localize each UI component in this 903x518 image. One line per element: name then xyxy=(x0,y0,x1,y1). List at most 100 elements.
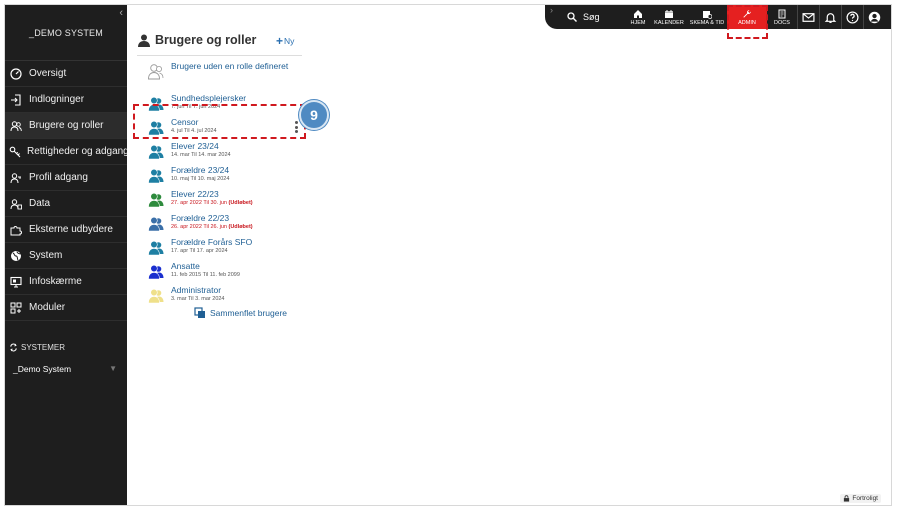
role-date: 26. apr 2022 Til 26. jun xyxy=(171,224,227,230)
brand-label: _DEMO SYSTEM xyxy=(5,5,127,61)
user-outline-icon xyxy=(147,63,165,81)
sidebar-item-label: Rettigheder og adgang xyxy=(27,146,127,157)
sidebar-item-label: Brugere og roller xyxy=(29,120,104,131)
sidebar-item-infoskaerme[interactable]: Infoskærme xyxy=(5,269,127,295)
expired-badge: (Udløbet) xyxy=(228,224,253,230)
role-name: Administrator xyxy=(171,285,222,295)
sidebar-item-indlogninger[interactable]: Indlogninger xyxy=(5,87,127,113)
collapse-sidebar-icon[interactable]: ‹ xyxy=(119,7,123,19)
docs-icon xyxy=(778,9,786,18)
sidebar-item-profil-adgang[interactable]: Profil adgang xyxy=(5,165,127,191)
role-name: Brugere uden en rolle defineret xyxy=(171,61,289,71)
messages-button[interactable] xyxy=(797,5,819,29)
search-icon xyxy=(567,12,577,22)
puzzle-icon xyxy=(9,223,23,237)
merge-users-link[interactable]: Sammenflet brugere xyxy=(194,307,287,319)
sidebar-item-label: System xyxy=(29,250,63,261)
login-icon xyxy=(9,93,23,107)
sidebar-item-label: Oversigt xyxy=(29,68,67,79)
home-icon xyxy=(634,9,642,18)
role-date: 11. feb 2015 Til 11. feb 2099 xyxy=(171,272,240,278)
sync-icon xyxy=(10,343,17,352)
role-name: Forældre 23/24 xyxy=(171,165,230,175)
profile-button[interactable] xyxy=(863,5,885,29)
users-icon xyxy=(147,263,165,281)
sidebar-item-label: Data xyxy=(29,198,51,209)
sidebar-item-label: Profil adgang xyxy=(29,172,88,183)
role-item[interactable]: Forældre 22/23 26. apr 2022 Til 26. jun (… xyxy=(147,213,302,237)
envelope-icon xyxy=(802,12,815,22)
divider xyxy=(137,55,302,56)
data-users-icon xyxy=(9,197,23,211)
role-item[interactable]: Forældre 23/24 10. maj Til 10. maj 2024 xyxy=(147,165,302,189)
sidebar-item-brugere-og-roller[interactable]: Brugere og roller xyxy=(5,113,127,139)
page-title: Brugere og roller xyxy=(137,33,256,47)
calendar-icon xyxy=(665,9,673,18)
role-date: 10. maj Til 10. maj 2024 xyxy=(171,176,230,182)
calendar-button[interactable]: KALENDER xyxy=(651,5,687,29)
step-number-badge: 9 xyxy=(299,100,329,130)
sidebar-item-label: Infoskærme xyxy=(29,276,82,287)
role-date: 3. mar Til 3. mar 2024 xyxy=(171,296,225,302)
sidebar-item-system[interactable]: System xyxy=(5,243,127,269)
sidebar-item-eksterne-udbydere[interactable]: Eksterne udbydere xyxy=(5,217,127,243)
role-list: Brugere uden en rolle defineret Sundheds… xyxy=(147,61,302,309)
notifications-button[interactable] xyxy=(819,5,841,29)
users-icon xyxy=(147,167,165,185)
role-item[interactable]: Administrator 3. mar Til 3. mar 2024 xyxy=(147,285,302,309)
lock-icon xyxy=(844,495,850,502)
privacy-badge[interactable]: Fortroligt xyxy=(840,494,881,503)
role-item[interactable]: Forældre Forårs SFO 17. apr Til 17. apr 2… xyxy=(147,237,302,261)
role-item[interactable]: Elever 23/24 14. mar Til 14. mar 2024 xyxy=(147,141,302,165)
role-item[interactable]: Elever 22/23 27. apr 2022 Til 30. jun (Ud… xyxy=(147,189,302,213)
globe-icon xyxy=(9,249,23,263)
users-icon xyxy=(147,215,165,233)
sidebar-item-label: Moduler xyxy=(29,302,66,313)
user-icon xyxy=(138,34,150,47)
new-role-button[interactable]: + Ny xyxy=(276,34,294,48)
key-icon xyxy=(9,145,21,159)
expired-badge: (Udløbet) xyxy=(228,200,253,206)
sidebar-item-label: Eksterne udbydere xyxy=(29,224,113,235)
help-icon xyxy=(846,10,859,24)
chevron-right-icon[interactable]: › xyxy=(550,5,553,15)
role-name: Elever 23/24 xyxy=(171,141,219,151)
schedule-button[interactable]: SKEMA & TID xyxy=(687,5,727,29)
role-name: Forældre 22/23 xyxy=(171,213,230,223)
role-name: Forældre Forårs SFO xyxy=(171,237,253,247)
modules-icon xyxy=(9,301,23,315)
role-item[interactable]: Ansatte 11. feb 2015 Til 11. feb 2099 xyxy=(147,261,302,285)
schedule-icon xyxy=(703,10,712,19)
sidebar-item-oversigt[interactable]: Oversigt xyxy=(5,61,127,87)
role-item-no-role[interactable]: Brugere uden en rolle defineret xyxy=(147,61,302,93)
highlight-admin xyxy=(727,5,768,39)
systems-header: SYSTEMER xyxy=(5,343,127,352)
sidebar: ‹ _DEMO SYSTEM Oversigt Indlogninger Bru… xyxy=(5,5,127,505)
sidebar-item-moduler[interactable]: Moduler xyxy=(5,295,127,321)
plus-icon: + xyxy=(276,34,284,48)
profile-key-icon xyxy=(9,171,23,185)
dropdown-triangle-icon: ▼ xyxy=(109,364,117,373)
role-date: 14. mar Til 14. mar 2024 xyxy=(171,152,231,158)
monitor-icon xyxy=(9,275,23,289)
users-icon xyxy=(147,191,165,209)
role-date: 27. apr 2022 Til 30. jun xyxy=(171,200,227,206)
highlight-censor-row xyxy=(133,104,306,139)
help-button[interactable] xyxy=(841,5,863,29)
docs-button[interactable]: DOCS xyxy=(767,5,797,29)
role-name: Elever 22/23 xyxy=(171,189,219,199)
speedometer-icon xyxy=(9,67,23,81)
sidebar-item-rettigheder[interactable]: Rettigheder og adgang xyxy=(5,139,127,165)
users-icon xyxy=(147,287,165,305)
avatar-icon xyxy=(868,11,881,23)
home-button[interactable]: HJEM xyxy=(625,5,651,29)
merge-icon xyxy=(194,307,205,318)
role-date: 17. apr Til 17. apr 2024 xyxy=(171,248,228,254)
search-button[interactable]: Søg xyxy=(567,12,625,22)
users-icon xyxy=(147,239,165,257)
role-name: Sundhedsplejersker xyxy=(171,93,247,103)
system-selector[interactable]: _Demo System ▼ xyxy=(5,364,127,374)
app-window: ‹ _DEMO SYSTEM Oversigt Indlogninger Bru… xyxy=(4,4,892,506)
users-icon xyxy=(147,143,165,161)
sidebar-item-data[interactable]: Data xyxy=(5,191,127,217)
